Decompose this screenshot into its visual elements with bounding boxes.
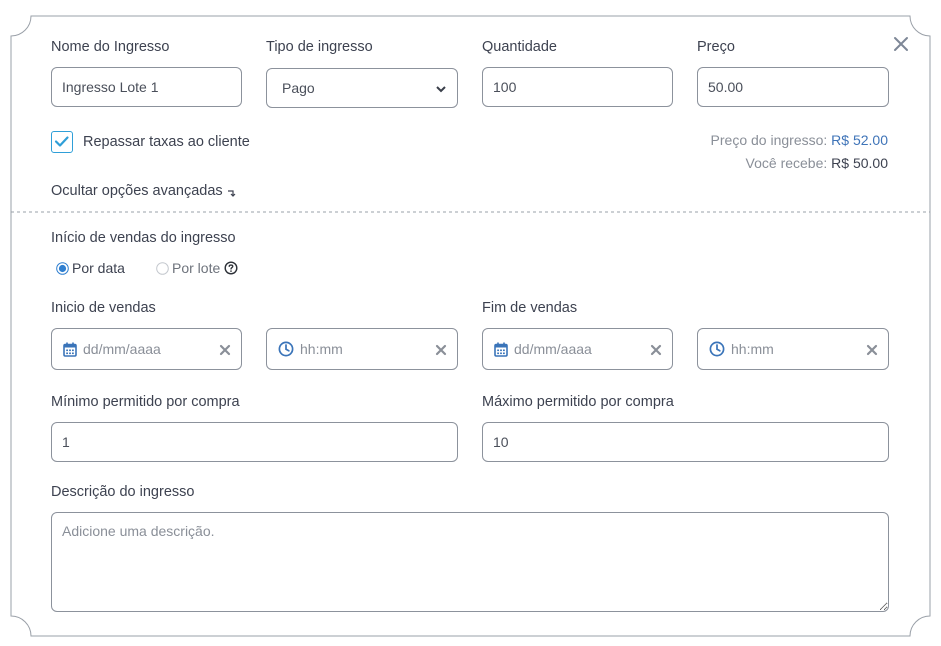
close-icon [894,37,908,51]
sales-end-time-placeholder: hh:mm [731,341,774,357]
sales-end-time-input[interactable]: hh:mm [697,328,889,370]
sales-start-time-placeholder: hh:mm [300,341,343,357]
clear-x-icon[interactable] [866,344,878,356]
description-textarea[interactable] [51,512,889,612]
price-value: 50.00 [708,79,744,95]
chevron-down-icon [436,86,446,93]
max-per-purchase-label: Máximo permitido por compra [482,394,674,410]
clear-x-icon[interactable] [650,344,662,356]
max-per-purchase-value: 10 [493,434,509,450]
calendar-icon [63,342,77,357]
close-button[interactable] [892,35,910,53]
radio-by-date-label: Por data [72,260,125,276]
you-receive-label: Você recebe: [745,155,828,171]
clear-x-icon[interactable] [435,344,447,356]
sales-end-label: Fim de vendas [482,300,578,316]
pass-fees-checkbox[interactable] [51,131,73,153]
radio-selected-icon [56,261,69,275]
min-per-purchase-value: 1 [62,434,70,450]
max-per-purchase-input[interactable]: 10 [482,422,889,462]
quantity-value: 100 [493,79,517,95]
clock-icon [278,341,294,357]
radio-by-batch[interactable]: Por lote [156,260,238,276]
ticket-price-label: Preço do ingresso: [710,132,828,148]
you-receive-line: Você recebe: R$ 50.00 [746,155,888,171]
sales-start-label: Inicio de vendas [51,300,156,316]
check-icon [54,136,69,147]
sales-end-date-input[interactable]: dd/mm/aaaa [482,328,673,370]
calendar-icon [494,342,508,357]
arrow-down-right-icon [227,190,236,197]
help-circle-icon[interactable] [224,261,238,275]
radio-by-batch-label: Por lote [172,260,221,276]
sales-start-mode-label: Início de vendas do ingresso [51,230,236,246]
ticket-name-value: Ingresso Lote 1 [62,79,159,95]
clock-icon [709,341,725,357]
sales-start-time-input[interactable]: hh:mm [266,328,458,370]
description-label: Descrição do ingresso [51,484,195,500]
min-per-purchase-input[interactable]: 1 [51,422,458,462]
quantity-input[interactable]: 100 [482,67,673,107]
hide-advanced-options-label: Ocultar opções avançadas [51,183,223,199]
sales-start-date-placeholder: dd/mm/aaaa [83,341,161,357]
ticket-type-label: Tipo de ingresso [266,39,373,55]
price-label: Preço [697,39,735,55]
radio-unselected-icon [156,261,169,275]
ticket-price-value: R$ 52.00 [831,132,888,148]
you-receive-value: R$ 50.00 [831,155,888,171]
min-per-purchase-label: Mínimo permitido por compra [51,394,240,410]
sales-start-date-input[interactable]: dd/mm/aaaa [51,328,242,370]
ticket-price-line: Preço do ingresso: R$ 52.00 [711,132,888,148]
price-input[interactable]: 50.00 [697,67,889,107]
pass-fees-label[interactable]: Repassar taxas ao cliente [83,133,250,151]
radio-by-date[interactable]: Por data [56,260,125,276]
clear-x-icon[interactable] [219,344,231,356]
ticket-type-select[interactable]: Pago [266,68,458,108]
ticket-name-input[interactable]: Ingresso Lote 1 [51,67,242,107]
ticket-name-label: Nome do Ingresso [51,39,170,55]
quantity-label: Quantidade [482,39,557,55]
ticket-type-value: Pago [282,80,315,96]
sales-end-date-placeholder: dd/mm/aaaa [514,341,592,357]
hide-advanced-options-link[interactable]: Ocultar opções avançadas [51,183,237,199]
